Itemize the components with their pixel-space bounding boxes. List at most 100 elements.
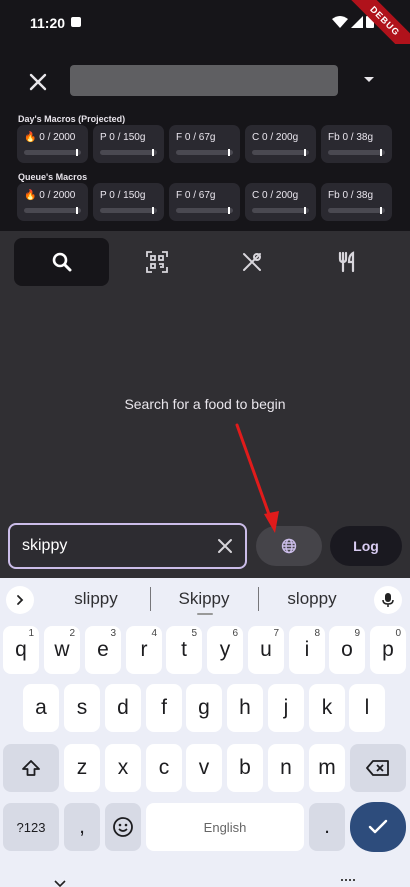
search-mode-tabs [14, 238, 394, 286]
emoji-key[interactable] [105, 803, 141, 851]
tab-custom-food[interactable] [204, 238, 299, 286]
shift-key[interactable] [3, 744, 59, 792]
tab-search[interactable] [14, 238, 109, 286]
key-u[interactable]: u7 [248, 626, 284, 674]
suggestion-strip: slippy Skippy sloppy [0, 578, 410, 620]
suggestion-handle [197, 613, 213, 615]
queue-macros-row: 🔥 0 / 2000 P 0 / 150g F 0 / 67g C 0 / 20… [17, 183, 392, 221]
macro-chip-calories: 🔥 0 / 2000 [17, 183, 88, 221]
gesture-nav-bar [0, 876, 410, 887]
suggestion-divider [150, 587, 151, 611]
microphone-icon [382, 593, 394, 607]
macro-chip-calories: 🔥 0 / 2000 [17, 125, 88, 163]
key-p[interactable]: p0 [370, 626, 406, 674]
notification-icon [71, 17, 81, 27]
days-macros-label: Day's Macros (Projected) [18, 114, 126, 124]
backspace-icon [366, 760, 389, 776]
online-search-button[interactable] [256, 526, 322, 566]
macro-chip-fiber: Fb 0 / 38g [321, 125, 392, 163]
key-l[interactable]: l [349, 684, 385, 732]
app-screen: 11:20 DEBUG Day's Macros (Projected) 🔥 0… [0, 0, 410, 887]
clear-icon[interactable] [215, 536, 235, 556]
key-v[interactable]: v [186, 744, 222, 792]
symbols-key[interactable]: ?123 [3, 803, 59, 851]
expand-suggestions-button[interactable] [6, 586, 34, 614]
comma-key[interactable]: , [64, 803, 100, 851]
key-o[interactable]: o9 [329, 626, 365, 674]
suggestion-item[interactable]: Skippy [154, 589, 254, 609]
key-y[interactable]: y6 [207, 626, 243, 674]
key-h[interactable]: h [227, 684, 263, 732]
food-utensils-cross-icon [242, 253, 261, 271]
key-x[interactable]: x [105, 744, 141, 792]
period-key[interactable]: . [309, 803, 345, 851]
key-k[interactable]: k [309, 684, 345, 732]
queue-macros-label: Queue's Macros [18, 172, 88, 182]
macro-chip-carbs: C 0 / 200g [245, 183, 316, 221]
macro-progress-bar [24, 149, 81, 156]
macro-progress-bar [176, 149, 233, 156]
barcode-scan-icon [145, 251, 168, 273]
macro-progress-bar [252, 207, 309, 214]
space-key[interactable]: English [146, 803, 304, 851]
macro-chip-fat: F 0 / 67g [169, 183, 240, 221]
macro-chip-protein: P 0 / 150g [93, 183, 164, 221]
key-j[interactable]: j [268, 684, 304, 732]
voice-input-button[interactable] [374, 586, 402, 614]
search-input[interactable] [22, 535, 202, 557]
suggestion-divider [258, 587, 259, 611]
key-n[interactable]: n [268, 744, 304, 792]
key-s[interactable]: s [64, 684, 100, 732]
macro-progress-bar [24, 207, 81, 214]
log-button[interactable]: Log [330, 526, 402, 566]
signal-icon [351, 15, 363, 28]
macro-progress-bar [176, 207, 233, 214]
key-e[interactable]: e3 [85, 626, 121, 674]
key-r[interactable]: r4 [126, 626, 162, 674]
keyboard-switch-icon[interactable] [341, 879, 357, 885]
food-search-panel: Search for a food to begin Log [0, 231, 410, 578]
top-app-bar [0, 44, 410, 114]
soft-keyboard: slippy Skippy sloppy q1 w2 e3 r4 t5 y6 u… [0, 578, 410, 887]
enter-key[interactable] [350, 802, 406, 852]
macro-chip-fiber: Fb 0 / 38g [321, 183, 392, 221]
shift-icon [22, 760, 40, 776]
suggestion-item[interactable]: sloppy [262, 589, 362, 609]
macro-progress-bar [328, 149, 385, 156]
meal-title-field[interactable] [70, 65, 338, 96]
key-i[interactable]: i8 [289, 626, 325, 674]
macro-progress-bar [328, 207, 385, 214]
key-c[interactable]: c [146, 744, 182, 792]
status-time: 11:20 [30, 15, 66, 31]
key-d[interactable]: d [105, 684, 141, 732]
empty-state-message: Search for a food to begin [124, 396, 286, 412]
key-f[interactable]: f [146, 684, 182, 732]
backspace-key[interactable] [350, 744, 406, 792]
chevron-down-icon[interactable] [54, 880, 66, 887]
chevron-right-icon [17, 595, 24, 605]
key-m[interactable]: m [309, 744, 345, 792]
status-bar: 11:20 DEBUG [0, 0, 410, 67]
key-b[interactable]: b [227, 744, 263, 792]
key-z[interactable]: z [64, 744, 100, 792]
checkmark-icon [368, 819, 388, 834]
days-macros-row: 🔥 0 / 2000 P 0 / 150g F 0 / 67g C 0 / 20… [17, 125, 392, 163]
key-w[interactable]: w2 [44, 626, 80, 674]
macro-chip-protein: P 0 / 150g [93, 125, 164, 163]
tab-restaurant[interactable] [299, 238, 394, 286]
key-a[interactable]: a [23, 684, 59, 732]
tab-barcode-scan[interactable] [109, 238, 204, 286]
suggestion-item[interactable]: slippy [46, 589, 146, 609]
close-icon[interactable] [24, 68, 52, 96]
emoji-icon [113, 817, 133, 837]
wifi-icon [332, 15, 348, 28]
dropdown-arrow-icon[interactable] [360, 73, 378, 87]
key-q[interactable]: q1 [3, 626, 39, 674]
key-g[interactable]: g [186, 684, 222, 732]
food-search-field[interactable] [8, 523, 247, 569]
key-t[interactable]: t5 [166, 626, 202, 674]
macro-chip-fat: F 0 / 67g [169, 125, 240, 163]
macro-progress-bar [100, 207, 157, 214]
restaurant-icon [338, 251, 354, 273]
macro-chip-carbs: C 0 / 200g [245, 125, 316, 163]
